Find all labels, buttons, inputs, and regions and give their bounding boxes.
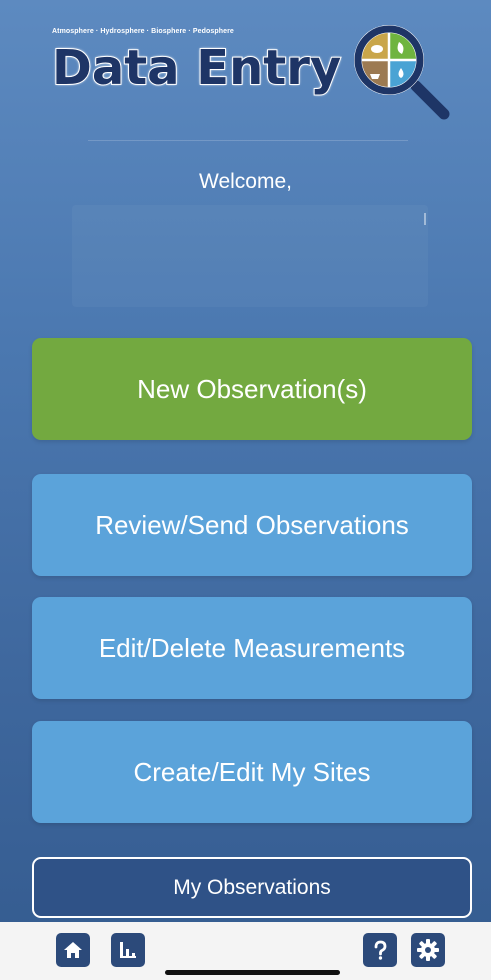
app-header: Atmosphere · Hydrosphere · Biosphere · P… bbox=[0, 0, 491, 150]
edit-delete-button[interactable]: Edit/Delete Measurements bbox=[32, 597, 472, 699]
review-send-button[interactable]: Review/Send Observations bbox=[32, 474, 472, 576]
home-button[interactable] bbox=[56, 933, 90, 967]
header-divider bbox=[88, 140, 408, 141]
review-send-label: Review/Send Observations bbox=[95, 510, 409, 540]
bar-chart-icon bbox=[120, 942, 136, 958]
charts-button[interactable] bbox=[111, 933, 145, 967]
edit-delete-label: Edit/Delete Measurements bbox=[98, 633, 406, 663]
magnifier-spheres-icon bbox=[354, 25, 450, 120]
create-edit-sites-label: Create/Edit My Sites bbox=[133, 757, 371, 787]
user-name-display bbox=[72, 205, 428, 307]
bottom-nav-bar bbox=[0, 922, 491, 980]
new-observation-label: New Observation(s) bbox=[137, 374, 367, 404]
home-indicator bbox=[165, 970, 340, 975]
settings-button[interactable] bbox=[411, 933, 445, 967]
app-title: Data Entry bbox=[51, 39, 342, 97]
help-icon bbox=[374, 940, 387, 960]
help-button[interactable] bbox=[363, 933, 397, 967]
text-caret bbox=[424, 213, 426, 225]
gear-icon bbox=[417, 939, 439, 961]
create-edit-sites-button[interactable]: Create/Edit My Sites bbox=[32, 721, 472, 823]
my-observations-button[interactable]: My Observations bbox=[32, 857, 472, 918]
new-observation-button[interactable]: New Observation(s) bbox=[32, 338, 472, 440]
tagline: Atmosphere · Hydrosphere · Biosphere · P… bbox=[52, 28, 234, 35]
welcome-text: Welcome, bbox=[199, 170, 292, 193]
my-observations-label: My Observations bbox=[173, 875, 331, 899]
home-icon bbox=[64, 942, 82, 958]
